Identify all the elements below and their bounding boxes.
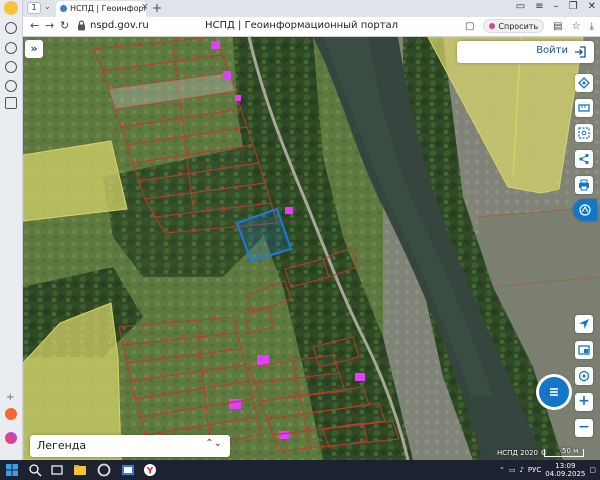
yandex-browser-icon[interactable]: Y	[143, 463, 157, 477]
chat-icon[interactable]	[5, 80, 17, 92]
favicon-icon	[60, 5, 67, 12]
expand-sidebar-button[interactable]: »	[25, 40, 43, 58]
address-bar: ← → ↻ nspd.gov.ru НСПД | Геоинформационн…	[0, 17, 600, 37]
compass-button[interactable]	[575, 367, 593, 385]
search-icon[interactable]	[28, 463, 42, 477]
lock-icon	[78, 20, 85, 31]
alice-icon	[489, 23, 496, 29]
print-icon	[579, 179, 589, 191]
back-button[interactable]: ←	[30, 19, 39, 32]
network-icon[interactable]: ▭	[509, 466, 516, 474]
tab-menu-chevron-icon[interactable]: ⌄	[44, 2, 51, 11]
video-icon[interactable]	[5, 61, 17, 73]
tab-active[interactable]: НСПД | Геоинформаци	[56, 1, 146, 17]
tray-chevron-icon[interactable]: ⌃	[499, 466, 505, 474]
bookmark-icon[interactable]: ▭	[516, 1, 525, 12]
user-avatar-icon[interactable]	[4, 1, 18, 15]
download-icon[interactable]: ⤓	[590, 21, 594, 32]
task-view-icon[interactable]	[50, 463, 64, 477]
measure-button[interactable]	[575, 99, 593, 117]
new-tab-button[interactable]: +	[152, 1, 162, 15]
system-tray: ⌃ ▭ ♪ РУС 13:09 04.09.2025 ▢	[499, 462, 596, 478]
tab-counter[interactable]: 1	[27, 2, 41, 14]
app-window-icon[interactable]	[121, 463, 135, 477]
reload-button[interactable]: ↻	[60, 19, 69, 32]
list-icon	[550, 388, 558, 396]
clock-date: 04.09.2025	[545, 470, 586, 478]
svg-text:Y: Y	[146, 467, 154, 477]
browser-tab-bar: 1 ⌄ НСПД | Геоинформаци × + ▭ ≡ – ❐ ✕	[0, 0, 600, 17]
browser-sidebar: +	[0, 0, 23, 460]
compass-icon	[578, 370, 590, 382]
map-viewport[interactable]: » Войти + − Легенда ⌃⌄ НСПД 2020 © 50 м	[23, 37, 600, 460]
forward-button[interactable]: →	[45, 19, 54, 32]
zoom-out-button[interactable]: −	[575, 419, 593, 437]
map-attribution: НСПД 2020 ©	[497, 449, 548, 457]
layers-button[interactable]	[575, 74, 593, 92]
maximize-button[interactable]: ❐	[569, 1, 578, 12]
clock[interactable]: 13:09 04.09.2025	[545, 462, 585, 478]
login-button[interactable]: Войти	[457, 41, 594, 63]
chevron-updown-icon: ⌃⌄	[205, 438, 222, 449]
mail-icon[interactable]	[5, 42, 17, 54]
language-indicator[interactable]: РУС	[528, 466, 541, 474]
login-icon	[575, 46, 586, 58]
geolocate-button[interactable]	[575, 315, 593, 333]
satellite-basemap[interactable]	[23, 37, 600, 460]
geolocate-icon	[579, 319, 589, 329]
add-panel-icon[interactable]: +	[6, 392, 14, 403]
legend-dropdown[interactable]: Легенда ⌃⌄	[30, 435, 230, 457]
copy-tab-icon[interactable]: ▢	[465, 21, 474, 32]
history-icon[interactable]	[5, 22, 17, 34]
windows-start-icon[interactable]	[6, 464, 18, 476]
basemap-button[interactable]	[575, 341, 593, 359]
print-button[interactable]	[575, 176, 593, 194]
ask-label: Спросить	[498, 21, 539, 31]
tab-title: НСПД | Геоинформаци	[70, 4, 146, 13]
ask-button[interactable]: Спросить	[483, 19, 545, 33]
legend-label: Легенда	[37, 439, 87, 452]
search-panel-icon	[579, 204, 591, 216]
menu-icon[interactable]: ≡	[535, 1, 543, 12]
share-icon	[579, 153, 589, 165]
page-title: НСПД | Геоинформационный портал	[205, 20, 399, 31]
zoom-in-button[interactable]: +	[575, 393, 593, 411]
yandex-zen-icon[interactable]	[5, 408, 17, 420]
clock-time: 13:09	[555, 462, 576, 470]
tab-close-icon[interactable]: ×	[141, 2, 149, 12]
search-panel-button[interactable]	[573, 199, 597, 221]
url-domain[interactable]: nspd.gov.ru	[90, 20, 149, 31]
image-icon	[578, 345, 590, 355]
select-area-button[interactable]	[575, 124, 593, 142]
scale-label: 50 м	[562, 447, 579, 455]
taskbar: Y ⌃ ▭ ♪ РУС 13:09 04.09.2025 ▢	[0, 460, 600, 480]
notifications-icon[interactable]: ▢	[589, 466, 596, 474]
app-c-icon[interactable]	[97, 463, 111, 477]
volume-icon[interactable]: ♪	[519, 466, 523, 474]
favorite-icon[interactable]: ☆	[572, 21, 581, 32]
menu-fab-button[interactable]	[539, 377, 569, 407]
login-label: Войти	[536, 45, 568, 56]
layers-icon	[578, 77, 590, 89]
minimize-button[interactable]: –	[554, 1, 559, 12]
file-explorer-icon[interactable]	[73, 463, 87, 477]
share-button[interactable]	[575, 150, 593, 168]
select-icon	[578, 127, 590, 139]
alice-sidebar-icon[interactable]	[5, 432, 17, 444]
ruler-icon	[578, 104, 590, 112]
gallery-icon[interactable]	[5, 97, 17, 109]
close-window-button[interactable]: ✕	[588, 1, 596, 12]
window-controls: ▭ ≡ – ❐ ✕	[516, 1, 596, 12]
address-bar-actions: ▢ Спросить ▤ ☆ ⤓	[465, 19, 594, 33]
reader-icon[interactable]: ▤	[553, 21, 562, 32]
